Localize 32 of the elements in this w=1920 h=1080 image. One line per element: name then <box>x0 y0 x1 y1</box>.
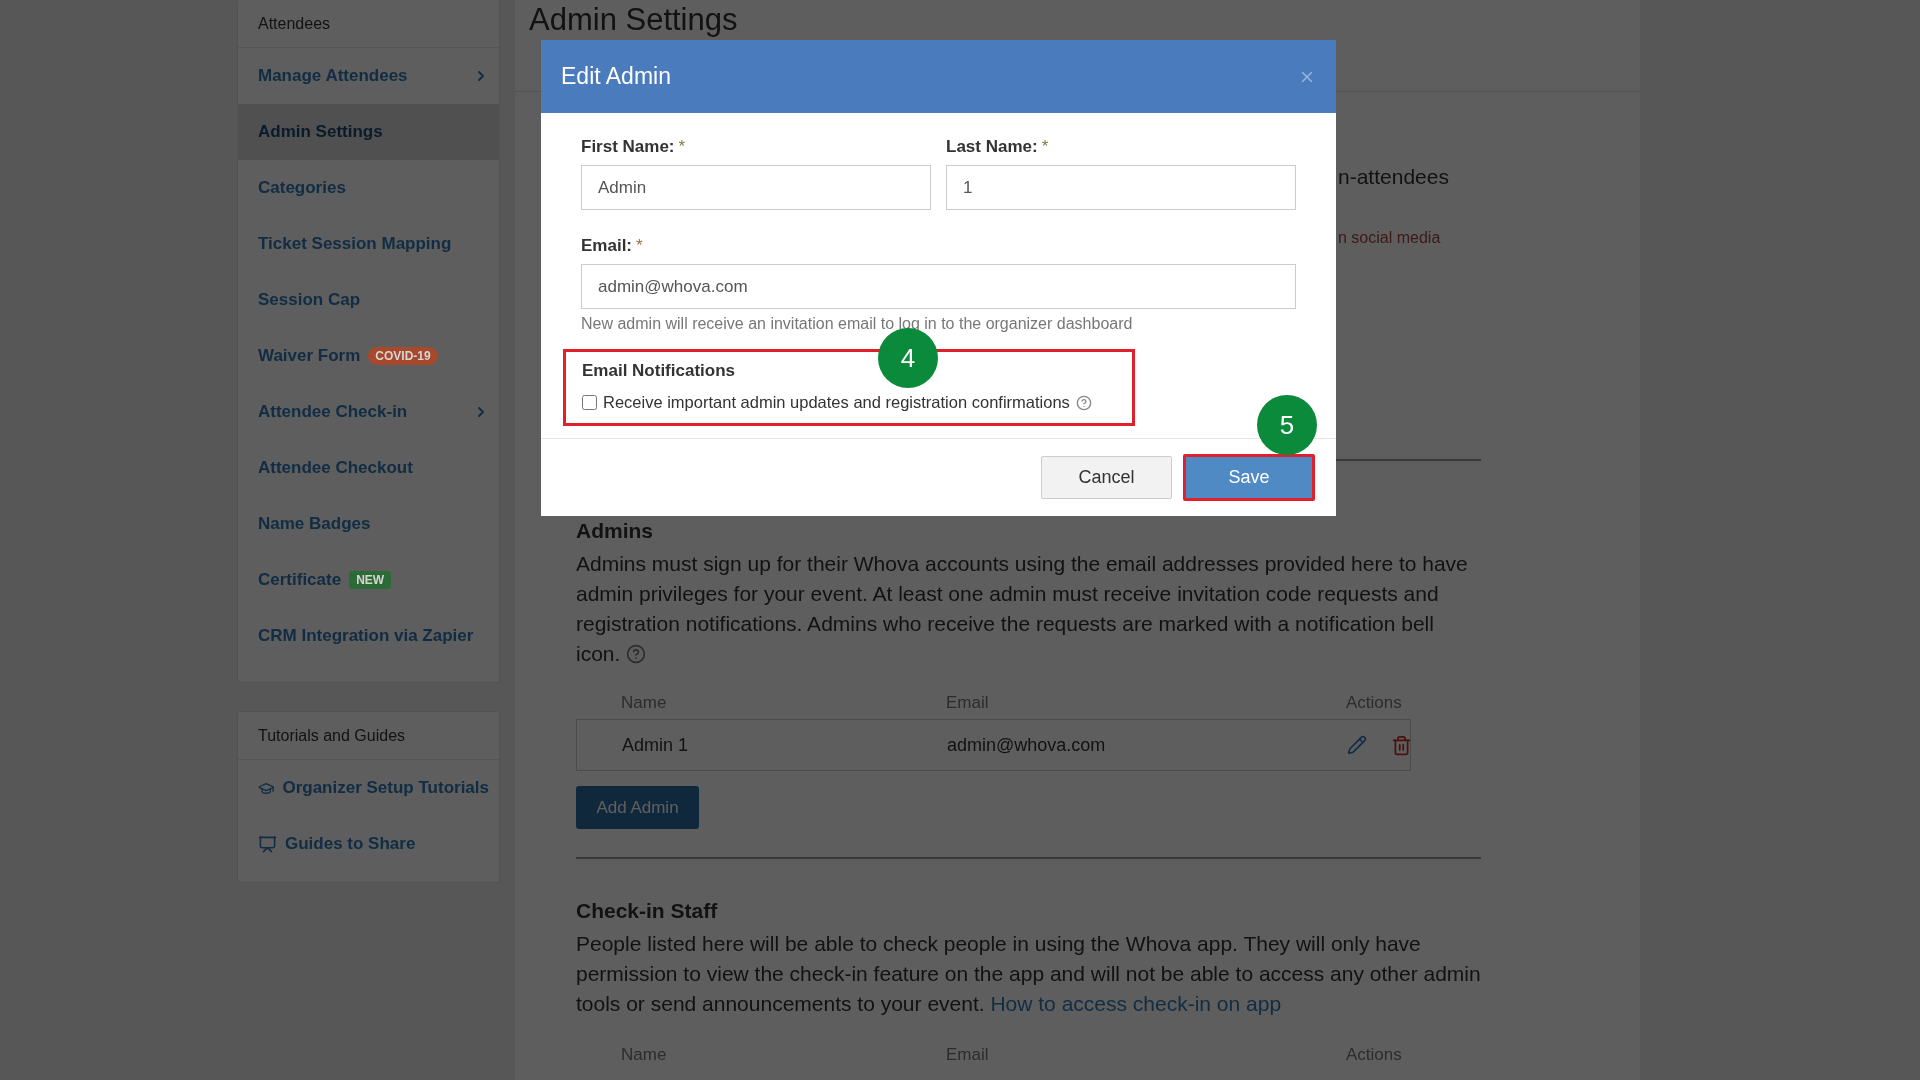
text-input[interactable]: Admin <box>581 165 931 210</box>
help-link[interactable]: How to access check-in on app <box>990 992 1282 1015</box>
checkbox[interactable] <box>582 395 597 410</box>
edit-icon[interactable] <box>1347 735 1367 755</box>
field-label: Email: * <box>581 236 644 256</box>
help-icon[interactable] <box>626 644 647 664</box>
field-label: Last Name: * <box>946 137 1050 157</box>
add-admin-button[interactable]: Add Admin <box>576 786 699 829</box>
table-cell-text: admin@whova.com <box>947 734 1107 756</box>
cancel-button[interactable]: Cancel <box>1041 456 1172 499</box>
section-heading: Check-in Staff <box>576 899 719 923</box>
section-heading: Admins <box>576 519 654 543</box>
field-label: First Name: * <box>581 137 687 157</box>
section-title: Email Notifications <box>582 361 737 381</box>
section-description: People listed here will be able to check people in using the Whova app. They will only have permission to view the check-in feature on the app and will not be able to access any other admin tools or send announcements to your event. How to access check-in on app <box>576 931 1481 1017</box>
email-input[interactable]: admin@whova.com <box>581 264 1296 309</box>
text-input[interactable]: 1 <box>946 165 1296 210</box>
sidebar-badge: COVID-19 <box>368 347 438 365</box>
section-description: Admins must sign up for their Whova accounts using the email addresses provided here to have admin privileges for your event. At least one admin must receive invitation code requests and registration notifications. Admins who receive the requests are marked with a notification bell icon. <box>576 551 1469 667</box>
step-marker: 5 <box>1257 395 1317 455</box>
sidebar-badge: NEW <box>349 571 392 589</box>
help-icon[interactable] <box>1075 394 1092 411</box>
page-title: Admin Settings <box>529 2 738 38</box>
save-button[interactable]: Save <box>1183 454 1315 501</box>
sidebar-item[interactable]: Admin Settings <box>238 104 499 160</box>
presentation-board-icon <box>258 834 277 854</box>
trash-icon[interactable] <box>1391 734 1412 756</box>
section-heading: n-attendees <box>1338 165 1449 188</box>
dialog-title: Edit Admin <box>561 63 671 90</box>
checkbox-label: Receive important admin updates and registration confirmations <box>603 393 1070 412</box>
table-cell-text: Admin 1 <box>622 734 690 756</box>
link-text[interactable]: n social media <box>1338 229 1441 246</box>
